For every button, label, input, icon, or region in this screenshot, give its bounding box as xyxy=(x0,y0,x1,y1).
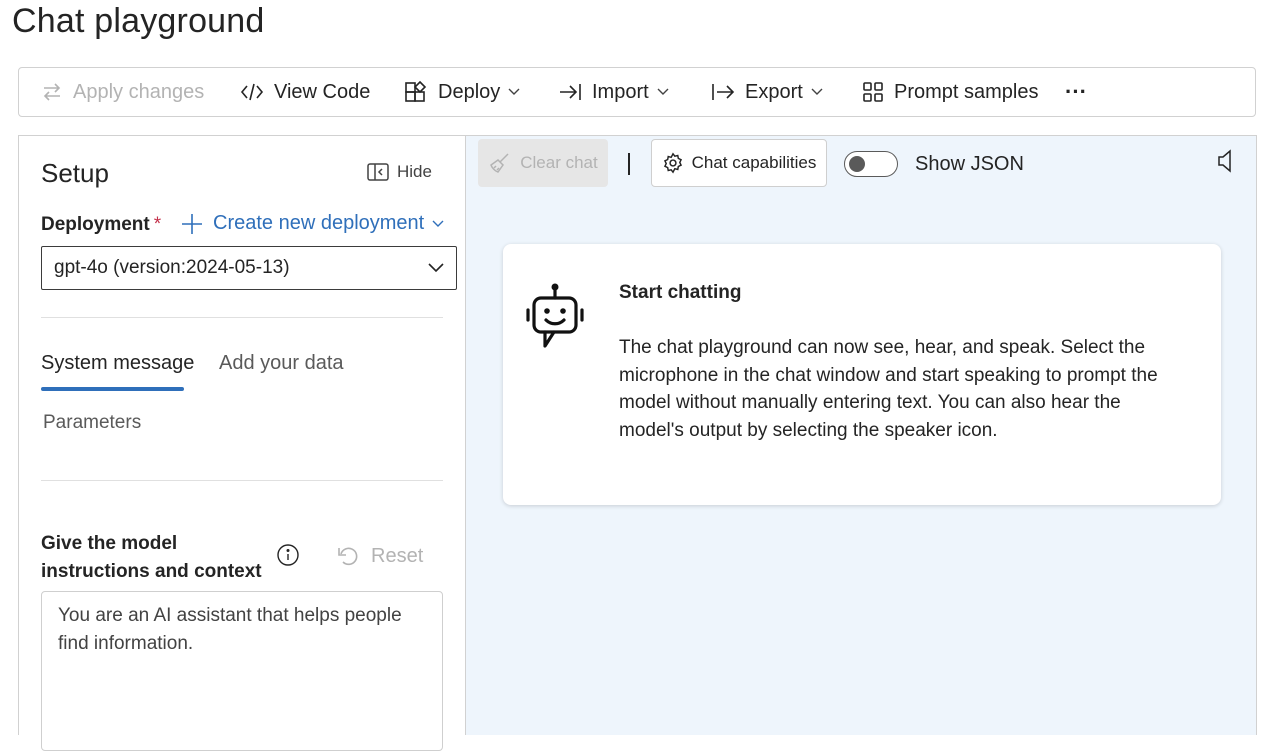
broom-icon xyxy=(490,153,509,173)
clear-chat-label: Clear chat xyxy=(520,153,598,172)
card-body: The chat playground can now see, hear, a… xyxy=(619,337,1158,441)
export-button[interactable]: Export xyxy=(711,68,823,116)
chat-panel: Clear chat Chat capabilities Show JSON S… xyxy=(465,135,1257,735)
more-button[interactable]: ··· xyxy=(1065,68,1087,116)
chat-capabilities-label: Chat capabilities xyxy=(691,153,817,172)
export-icon xyxy=(712,84,735,100)
divider xyxy=(41,480,443,481)
view-code-button[interactable]: View Code xyxy=(240,68,370,116)
grid-icon xyxy=(863,82,883,102)
import-icon xyxy=(560,84,581,100)
clear-chat-button[interactable]: Clear chat xyxy=(478,139,608,187)
hide-panel-icon xyxy=(367,163,389,181)
speaker-icon[interactable] xyxy=(1216,148,1236,179)
instructions-label: Give the model instructions and context xyxy=(41,533,262,582)
deploy-label: Deploy xyxy=(438,80,501,103)
parameters-link[interactable]: Parameters xyxy=(43,412,141,434)
start-chatting-card: Start chatting The chat playground can n… xyxy=(503,244,1221,505)
swap-arrows-icon xyxy=(43,83,61,101)
deployment-select-value: gpt-4o (version:2024-05-13) xyxy=(54,257,290,278)
create-deployment-label: Create new deployment xyxy=(213,212,425,234)
view-code-label: View Code xyxy=(274,80,371,103)
hide-button[interactable]: Hide xyxy=(367,162,432,182)
required-marker: * xyxy=(153,214,162,235)
deployment-select[interactable]: gpt-4o (version:2024-05-13) xyxy=(41,246,457,290)
chevron-down-icon xyxy=(432,220,444,227)
export-label: Export xyxy=(745,80,803,103)
more-icon: ··· xyxy=(1065,79,1087,104)
hide-label: Hide xyxy=(397,162,432,181)
apply-changes-button[interactable]: Apply changes xyxy=(41,68,204,116)
reset-icon xyxy=(338,547,358,566)
show-json-toggle[interactable] xyxy=(844,151,898,177)
setup-panel: Setup Hide Deployment * Create new deploy… xyxy=(18,135,466,751)
info-icon[interactable] xyxy=(277,544,299,571)
deploy-icon xyxy=(405,80,427,102)
toolbar: Apply changes View Code Deploy Import Ex… xyxy=(18,67,1256,117)
chevron-down-icon xyxy=(657,88,669,95)
plus-icon xyxy=(182,213,202,234)
chevron-down-icon xyxy=(508,88,520,95)
robot-icon xyxy=(525,282,585,355)
tab-system-message[interactable]: System message xyxy=(41,352,194,375)
reset-button[interactable]: Reset xyxy=(337,544,423,568)
create-deployment-link[interactable]: Create new deployment xyxy=(181,212,444,235)
gear-icon xyxy=(663,152,682,174)
setup-title: Setup xyxy=(41,158,109,188)
active-tab-indicator xyxy=(41,387,184,391)
import-label: Import xyxy=(592,80,649,103)
deployment-label: Deployment * xyxy=(41,214,161,236)
prompt-samples-label: Prompt samples xyxy=(894,80,1039,103)
chat-capabilities-button[interactable]: Chat capabilities xyxy=(651,139,827,187)
chevron-down-icon xyxy=(811,88,823,95)
deployment-label-text: Deployment xyxy=(41,214,150,235)
chevron-down-icon xyxy=(428,263,444,273)
divider xyxy=(41,317,443,318)
prompt-samples-button[interactable]: Prompt samples xyxy=(862,68,1039,116)
card-title: Start chatting xyxy=(619,282,742,303)
apply-changes-label: Apply changes xyxy=(73,80,205,103)
toggle-knob xyxy=(849,156,865,172)
reset-label: Reset xyxy=(371,544,424,567)
text-cursor xyxy=(628,153,630,175)
page-title: Chat playground xyxy=(12,2,265,40)
tab-add-your-data[interactable]: Add your data xyxy=(219,352,344,375)
system-message-textarea[interactable]: You are an AI assistant that helps peopl… xyxy=(41,591,443,751)
code-icon xyxy=(240,83,264,101)
deploy-button[interactable]: Deploy xyxy=(404,68,520,116)
import-button[interactable]: Import xyxy=(558,68,669,116)
show-json-label: Show JSON xyxy=(915,153,1024,175)
